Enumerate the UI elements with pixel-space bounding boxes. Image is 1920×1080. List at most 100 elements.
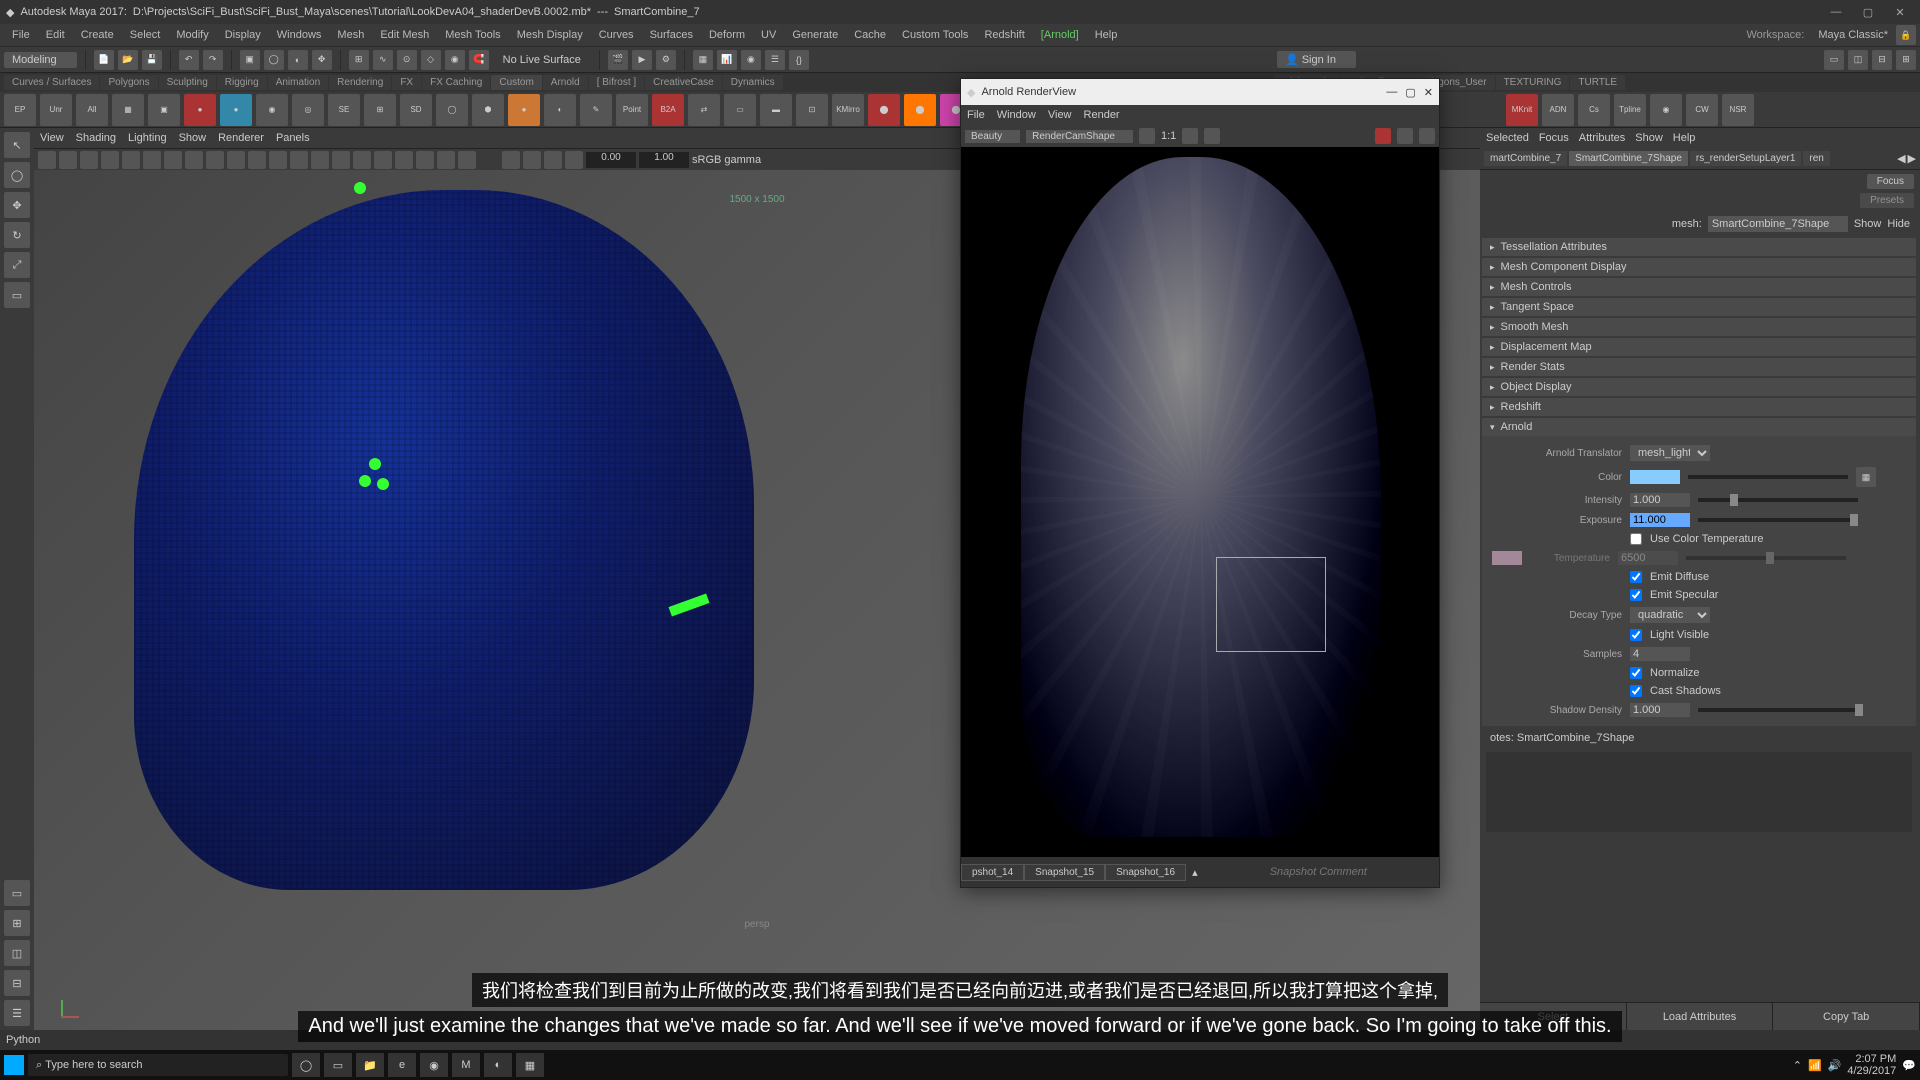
shelf-tab[interactable]: Arnold: [543, 75, 588, 90]
select-tool-icon[interactable]: ▣: [240, 50, 260, 70]
shelf-button[interactable]: ⇄: [688, 94, 720, 126]
camera-dropdown[interactable]: RenderCamShape: [1026, 130, 1133, 143]
ae-menu-show[interactable]: Show: [1635, 132, 1663, 144]
shelf-button[interactable]: ▬: [760, 94, 792, 126]
copy-tab-button[interactable]: Copy Tab: [1773, 1003, 1920, 1030]
tab-scroll-left-icon[interactable]: ◀: [1897, 152, 1905, 165]
section-header[interactable]: Object Display: [1482, 378, 1916, 396]
close-button[interactable]: ✕: [1886, 3, 1914, 21]
menu-uv[interactable]: UV: [753, 29, 784, 41]
menu-mesh[interactable]: Mesh: [329, 29, 372, 41]
decay-type-dropdown[interactable]: quadratic: [1630, 607, 1710, 623]
layout-3-icon[interactable]: ⊟: [1872, 50, 1892, 70]
shelf-button[interactable]: ◉: [256, 94, 288, 126]
normalize-checkbox[interactable]: [1630, 667, 1642, 679]
shelf-button[interactable]: Cs: [1578, 94, 1610, 126]
section-header[interactable]: Redshift: [1482, 398, 1916, 416]
shelf-button[interactable]: B2A: [652, 94, 684, 126]
script-lang-label[interactable]: Python: [6, 1034, 40, 1046]
aov-dropdown[interactable]: Beauty: [965, 130, 1020, 143]
vp-toolbar-icon[interactable]: [437, 151, 455, 169]
move-tool-icon[interactable]: ✥: [312, 50, 332, 70]
section-header[interactable]: Mesh Component Display: [1482, 258, 1916, 276]
exposure-slider[interactable]: [1698, 518, 1858, 522]
shelf-tab[interactable]: Custom: [491, 75, 541, 90]
shelf-button[interactable]: KMirro: [832, 94, 864, 126]
search-input[interactable]: ⌕ Type here to search: [28, 1054, 288, 1076]
explorer-icon[interactable]: 📁: [356, 1053, 384, 1077]
snap-curve-icon[interactable]: ∿: [373, 50, 393, 70]
shelf-tab[interactable]: [ Bifrost ]: [589, 75, 644, 90]
menu-customtools[interactable]: Custom Tools: [894, 29, 976, 41]
last-tool[interactable]: ▭: [4, 282, 30, 308]
select-button[interactable]: Select: [1480, 1003, 1627, 1030]
locator-icon[interactable]: [359, 475, 371, 487]
shelf-button[interactable]: SE: [328, 94, 360, 126]
render-canvas[interactable]: [961, 147, 1439, 857]
menu-create[interactable]: Create: [73, 29, 122, 41]
arnold-renderview-window[interactable]: ◆ Arnold RenderView — ▢ ✕ File Window Vi…: [960, 78, 1440, 888]
ae-tab[interactable]: ren: [1803, 151, 1829, 166]
locator-icon[interactable]: [377, 478, 389, 490]
layout-stack-icon[interactable]: ⊟: [4, 970, 30, 996]
scale-tool[interactable]: ⤢: [4, 252, 30, 278]
exposure-field[interactable]: [1630, 513, 1690, 527]
vp-toolbar-icon[interactable]: [502, 151, 520, 169]
shelf-button[interactable]: ◎: [292, 94, 324, 126]
vp-toolbar-icon[interactable]: [164, 151, 182, 169]
vp-toolbar-icon[interactable]: [332, 151, 350, 169]
menu-redshift[interactable]: Redshift: [976, 29, 1032, 41]
vp-toolbar-icon[interactable]: [185, 151, 203, 169]
command-line[interactable]: Python: [0, 1030, 1920, 1050]
vp-toolbar-icon[interactable]: [38, 151, 56, 169]
notification-icon[interactable]: 💬: [1902, 1059, 1916, 1072]
rv-stop-icon[interactable]: [1375, 128, 1391, 144]
color-map-icon[interactable]: ▦: [1856, 467, 1876, 487]
mesh-name-field[interactable]: [1708, 216, 1848, 232]
render-icon[interactable]: 🎬: [608, 50, 628, 70]
select-tool[interactable]: ↖: [4, 132, 30, 158]
rv-ipr-icon[interactable]: [1397, 128, 1413, 144]
rv-maximize-button[interactable]: ▢: [1405, 86, 1415, 99]
shelf-button[interactable]: NSR: [1722, 94, 1754, 126]
shelf-button[interactable]: EP: [4, 94, 36, 126]
shelf-tab[interactable]: TEXTURING: [1496, 75, 1570, 90]
vp-toolbar-icon[interactable]: [523, 151, 541, 169]
menu-cache[interactable]: Cache: [846, 29, 894, 41]
chrome-icon[interactable]: ◉: [420, 1053, 448, 1077]
shelf-tab[interactable]: Rigging: [217, 75, 267, 90]
shelf-button[interactable]: CW: [1686, 94, 1718, 126]
rv-options-icon[interactable]: [1419, 128, 1435, 144]
rv-menu-file[interactable]: File: [967, 109, 985, 121]
cast-shadows-checkbox[interactable]: [1630, 685, 1642, 697]
maya-icon[interactable]: M: [452, 1053, 480, 1077]
make-live-icon[interactable]: 🧲: [469, 50, 489, 70]
intensity-field[interactable]: [1630, 493, 1690, 507]
vp-menu-panels[interactable]: Panels: [276, 132, 310, 144]
shelf-button[interactable]: SD: [400, 94, 432, 126]
vp-toolbar-icon[interactable]: [269, 151, 287, 169]
shelf-button[interactable]: ⊞: [364, 94, 396, 126]
start-button[interactable]: [4, 1055, 24, 1075]
vp-toolbar-icon[interactable]: [59, 151, 77, 169]
menu-modify[interactable]: Modify: [168, 29, 216, 41]
clock-time[interactable]: 2:07 PM: [1847, 1053, 1896, 1065]
shelf-button[interactable]: ⬤: [868, 94, 900, 126]
ae-tab[interactable]: rs_renderSetupLayer1: [1690, 151, 1802, 166]
workspace-dropdown[interactable]: Maya Classic*: [1810, 29, 1896, 41]
menu-deform[interactable]: Deform: [701, 29, 753, 41]
vp-toolbar-icon[interactable]: [353, 151, 371, 169]
vp-toolbar-icon[interactable]: [143, 151, 161, 169]
layout-single-icon[interactable]: ▭: [4, 880, 30, 906]
shelf-button[interactable]: ●: [184, 94, 216, 126]
rv-minimize-button[interactable]: —: [1386, 86, 1397, 99]
shelf-button[interactable]: ●: [508, 94, 540, 126]
vp-toolbar-icon[interactable]: [122, 151, 140, 169]
menu-curves[interactable]: Curves: [591, 29, 642, 41]
menu-help[interactable]: Help: [1087, 29, 1126, 41]
menu-meshtools[interactable]: Mesh Tools: [437, 29, 508, 41]
ae-menu-selected[interactable]: Selected: [1486, 132, 1529, 144]
vp-toolbar-icon[interactable]: [101, 151, 119, 169]
redo-icon[interactable]: ↷: [203, 50, 223, 70]
layout-2-icon[interactable]: ◫: [1848, 50, 1868, 70]
